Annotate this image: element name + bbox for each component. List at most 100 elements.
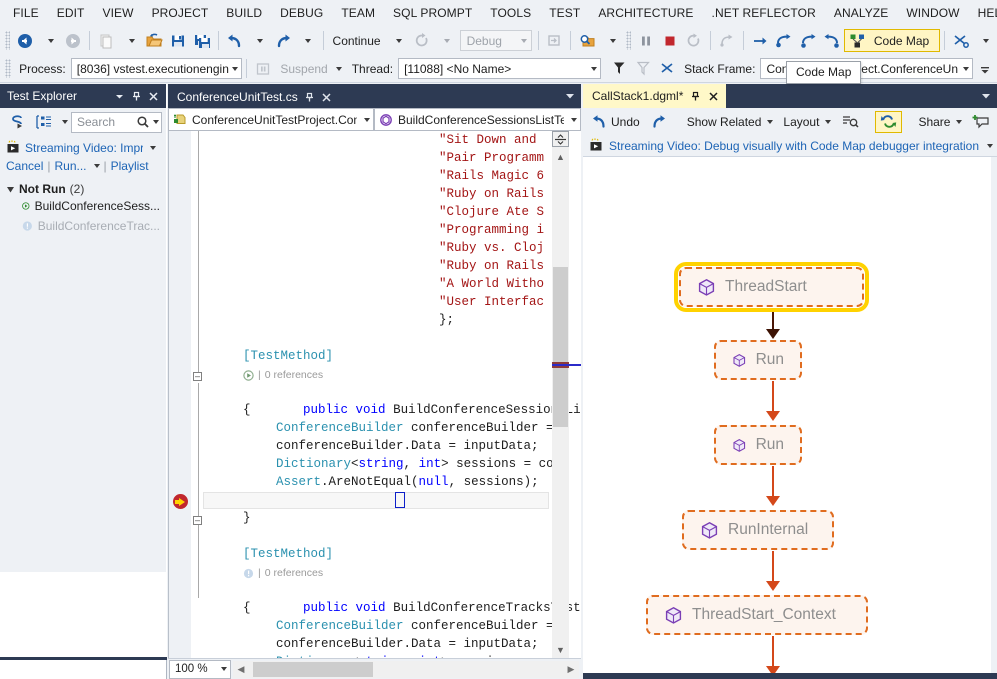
suspend-dropdown-icon[interactable] [335,66,342,71]
code-map-button[interactable]: Code Map [843,29,941,52]
menu-item-project[interactable]: PROJECT [143,2,218,24]
code-text-area[interactable]: – – "Sit Down and "Pair Programm "Rails … [168,131,581,658]
restart-debugging-button[interactable] [682,29,706,53]
step-into-button[interactable] [796,29,820,53]
test-group-header[interactable]: Not Run (2) [6,182,160,196]
group-by-button[interactable] [32,110,56,134]
menu-item-sql-prompt[interactable]: SQL PROMPT [384,2,481,24]
pin-button[interactable] [128,87,145,105]
show-related-button[interactable]: Show Related [683,111,778,133]
debug-location-grip[interactable] [5,59,12,78]
codelens-run-icon[interactable] [243,369,254,381]
streaming-video-banner[interactable]: Streaming Video: Impro [0,136,166,157]
expander-collapse-icon[interactable] [6,185,15,194]
solution-configuration-combo[interactable]: Debug [459,30,532,51]
close-button[interactable] [145,87,162,105]
navigate-back-button[interactable] [13,29,37,53]
code-map-node-runinternal[interactable]: RunInternal [682,510,834,550]
continue-dropdown[interactable] [386,29,410,53]
menu-item-tools[interactable]: TOOLS [481,2,540,24]
redo-dropdown[interactable] [295,29,319,53]
suspend-button[interactable] [251,57,275,81]
navigate-forward-button[interactable] [61,29,85,53]
redo-button[interactable] [271,29,295,53]
code-map-node-threadstart[interactable]: ThreadStart [674,262,869,312]
restart-button[interactable] [410,29,434,53]
toolbar-overflow-button[interactable] [973,29,997,53]
unflag-threads-button[interactable] [631,57,655,81]
search-dropdown-icon[interactable] [153,120,159,124]
break-all-button[interactable] [634,29,658,53]
hscroll-track[interactable] [249,661,563,677]
share-button[interactable]: Share [914,111,966,133]
outlining-collapse-box[interactable]: – [193,372,202,381]
menu-item-build[interactable]: BUILD [217,2,271,24]
new-item-button[interactable] [94,29,118,53]
run-dropdown-icon[interactable] [93,164,100,168]
undo-dropdown[interactable] [247,29,271,53]
tab-conference-unit-test[interactable]: ConferenceUnitTest.cs [168,84,338,108]
save-all-button[interactable] [190,29,214,53]
list-item[interactable]: BuildConferenceTrac... [6,216,160,236]
toolbar-grip[interactable] [5,31,11,50]
save-button[interactable] [166,29,190,53]
current-statement-icon[interactable] [173,494,188,509]
restart-dropdown[interactable] [434,29,458,53]
process-combo[interactable]: [8036] vstest.executionengine.x86. [70,58,243,79]
banner-dropdown-icon[interactable] [987,143,993,148]
undo-button[interactable] [223,29,247,53]
window-menu-button[interactable] [111,87,128,105]
code-map-streaming-banner[interactable]: Streaming Video: Debug visually with Cod… [583,135,997,157]
menu-item-edit[interactable]: EDIT [48,2,94,24]
pin-icon[interactable] [304,92,315,103]
menu-item-debug[interactable]: DEBUG [271,2,332,24]
editor-split-handle[interactable] [552,131,569,147]
code-map-node-run-1[interactable]: Run [714,340,802,380]
code-map-vertical-scrollbar[interactable] [991,157,997,673]
code-map-node-run-2[interactable]: Run [714,425,802,465]
attach-to-process-button[interactable] [542,29,566,53]
step-over-button[interactable] [772,29,796,53]
menu-item-team[interactable]: TEAM [332,2,384,24]
codelens-references[interactable]: 0 references [265,366,323,384]
outlining-margin[interactable] [191,131,207,658]
run-all-tests-button[interactable] [5,110,29,134]
editor-vertical-scrollbar[interactable]: ▲ ▼ [552,131,569,658]
flag-threads-button[interactable] [607,57,631,81]
tab-close-icon[interactable] [708,91,719,102]
stop-debugging-button[interactable] [658,29,682,53]
add-comment-button[interactable] [968,111,994,133]
scroll-right-arrow[interactable]: ▶ [563,664,579,675]
cancel-link[interactable]: Cancel [6,159,43,173]
playlist-link[interactable]: Playlist [111,159,149,173]
scroll-left-arrow[interactable]: ◀ [233,664,249,675]
menu-item-window[interactable]: WINDOW [897,2,968,24]
member-navigation-combo[interactable]: BuildConferenceSessionsListTes [374,108,581,131]
find-dropdown[interactable] [599,29,623,53]
continue-button[interactable]: Continue [328,29,386,53]
tab-callstack-dgml[interactable]: CallStack1.dgml* [583,84,727,108]
outlining-collapse-box[interactable]: – [193,516,202,525]
step-out-button[interactable] [820,29,844,53]
debug-toolbar-grip[interactable] [626,31,632,50]
refresh-map-button[interactable] [875,110,903,133]
banner-dropdown-icon[interactable] [150,145,156,150]
menu-item-test[interactable]: TEST [540,2,589,24]
menu-item-analyze[interactable]: ANALYZE [825,2,898,24]
search-input[interactable]: Search [71,111,162,133]
navigate-back-dropdown[interactable] [37,29,61,53]
tab-overflow-button[interactable] [981,84,991,108]
code-map-canvas[interactable]: ThreadStart Run Run RunInternal ThreadSt… [583,157,991,673]
show-next-statement-button[interactable] [715,29,739,53]
breakpoint-margin[interactable] [169,131,191,658]
type-navigation-combo[interactable]: ConferenceUnitTestProject.Con [168,108,374,131]
code-map-node-threadstart-context[interactable]: ThreadStart_Context [646,595,868,635]
tab-close-icon[interactable] [321,92,332,103]
new-item-dropdown[interactable] [118,29,142,53]
menu-item-file[interactable]: FILE [4,2,48,24]
run-link[interactable]: Run... [54,159,86,173]
threads-button[interactable] [949,29,973,53]
undo-button[interactable]: Undo [587,111,644,133]
group-by-dropdown-icon[interactable] [62,120,68,124]
threads-window-button[interactable] [655,57,679,81]
